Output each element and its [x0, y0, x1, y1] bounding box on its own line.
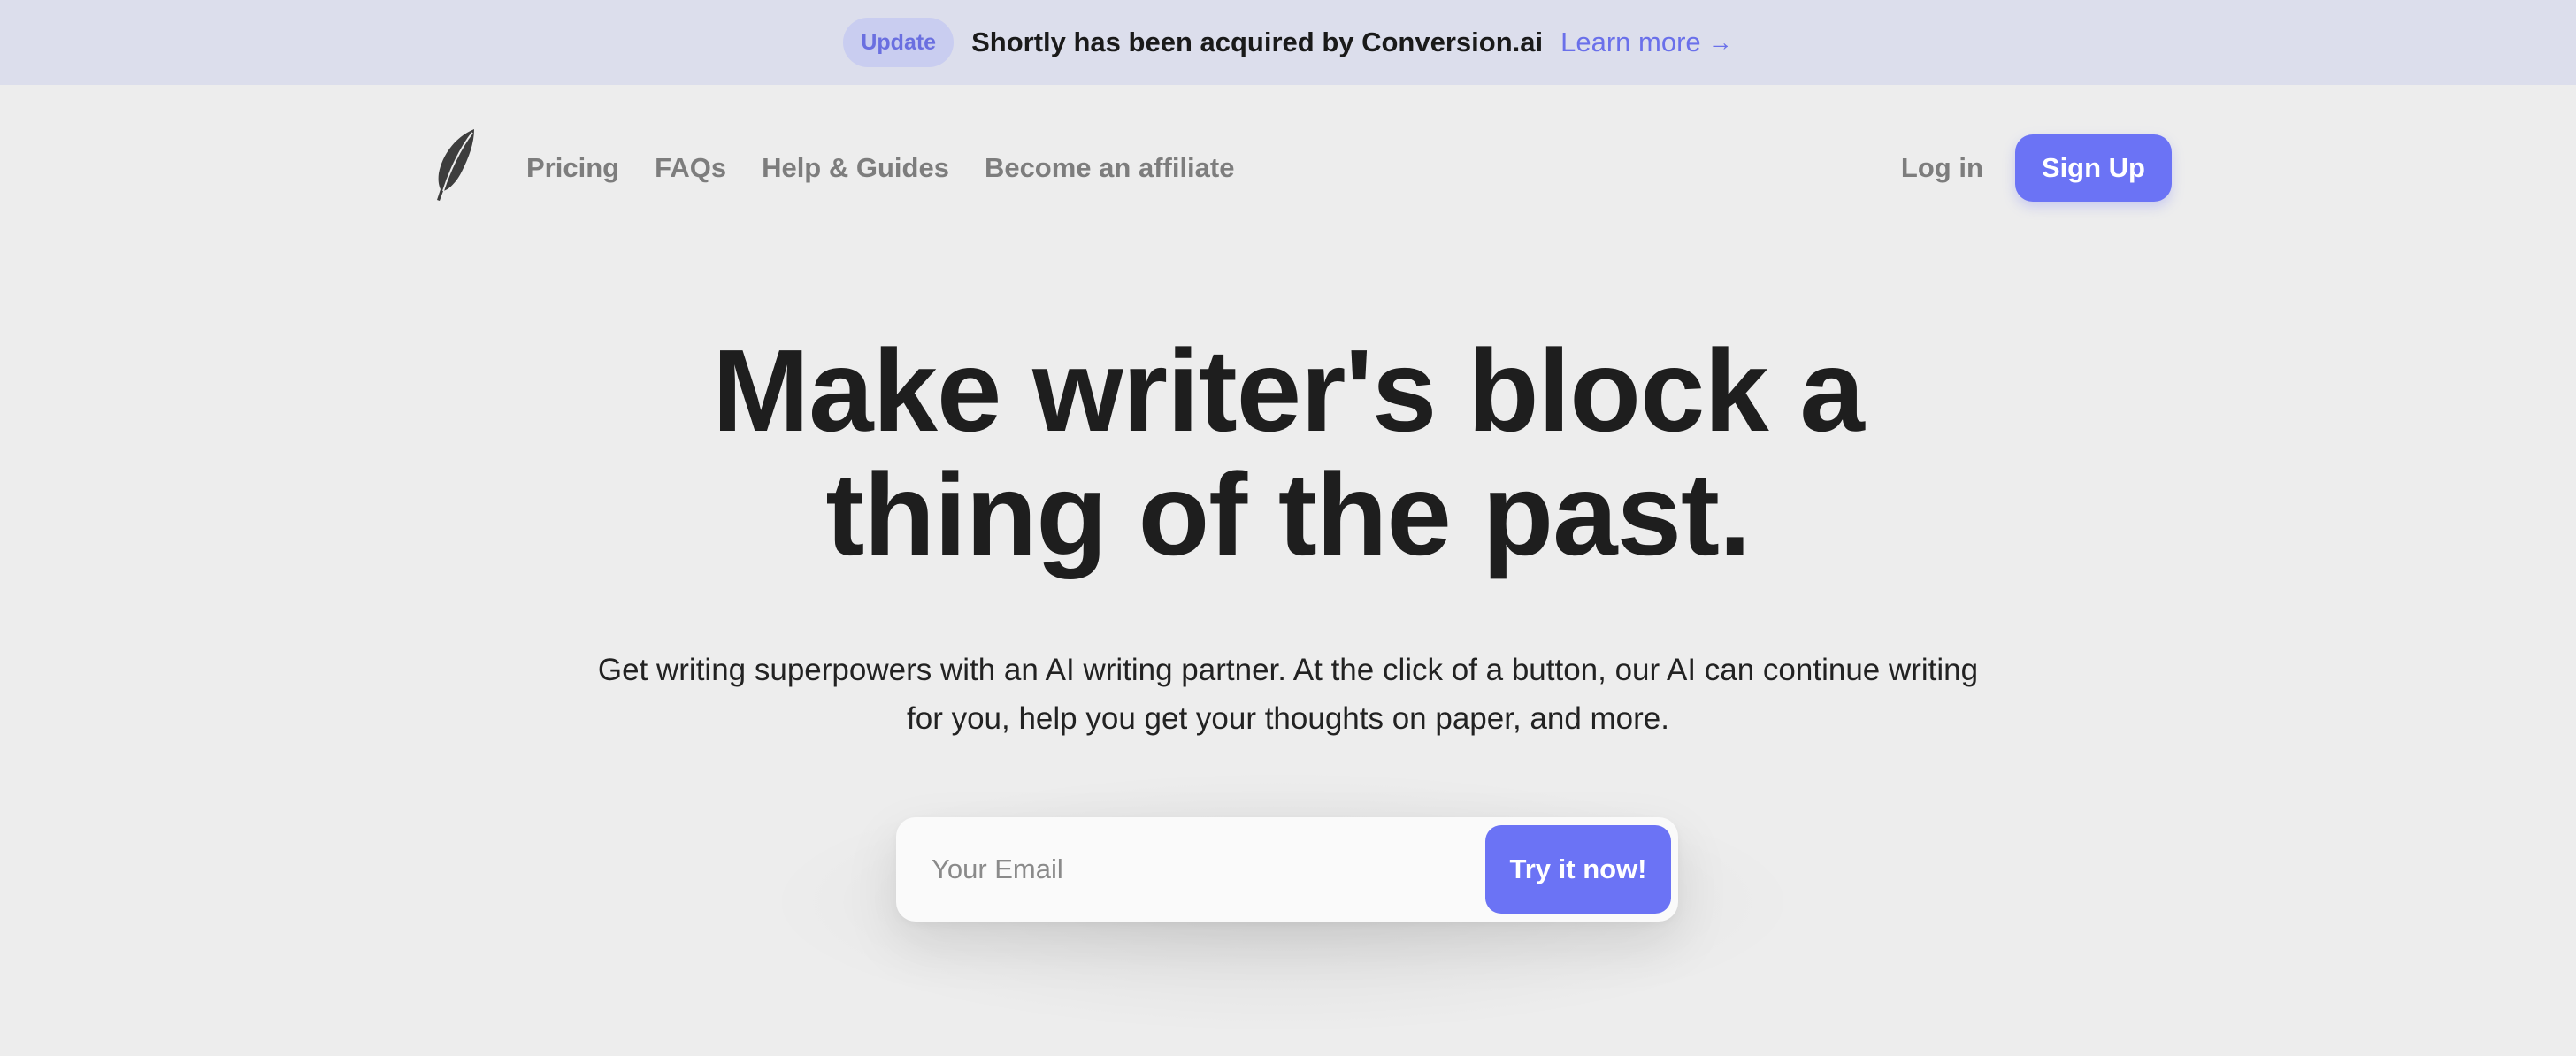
email-signup-form: Try it now!	[896, 817, 1678, 922]
nav-links: Pricing FAQs Help & Guides Become an aff…	[526, 85, 1269, 251]
hero-title-line-2: thing of the past.	[825, 449, 1751, 579]
try-it-now-button[interactable]: Try it now!	[1485, 825, 1671, 914]
learn-more-link[interactable]: Learn more →	[1560, 27, 1733, 58]
hero-title-line-1: Make writer's block a	[712, 325, 1865, 455]
nav-link-help-guides[interactable]: Help & Guides	[762, 152, 949, 184]
logo-link[interactable]	[430, 127, 479, 202]
hero-title: Make writer's block a thing of the past.	[0, 329, 2576, 577]
signup-button[interactable]: Sign Up	[2014, 134, 2172, 202]
feather-icon	[437, 129, 474, 201]
announcement-banner: Update Shortly has been acquired by Conv…	[0, 0, 2576, 85]
arrow-right-icon: →	[1707, 28, 1733, 56]
update-badge: Update	[843, 18, 954, 67]
learn-more-label: Learn more	[1560, 27, 1701, 57]
nav-auth: Log in Sign Up	[1901, 85, 2172, 251]
nav-link-faqs[interactable]: FAQs	[655, 152, 726, 184]
announcement-text: Shortly has been acquired by Conversion.…	[971, 27, 1544, 57]
nav-link-pricing[interactable]: Pricing	[526, 152, 619, 184]
main-nav: Pricing FAQs Help & Guides Become an aff…	[0, 85, 2576, 251]
nav-link-affiliate[interactable]: Become an affiliate	[985, 152, 1235, 184]
hero-subtitle: Get writing superpowers with an AI writi…	[597, 653, 1979, 736]
email-input[interactable]	[932, 853, 1485, 885]
login-link[interactable]: Log in	[1901, 152, 1983, 184]
